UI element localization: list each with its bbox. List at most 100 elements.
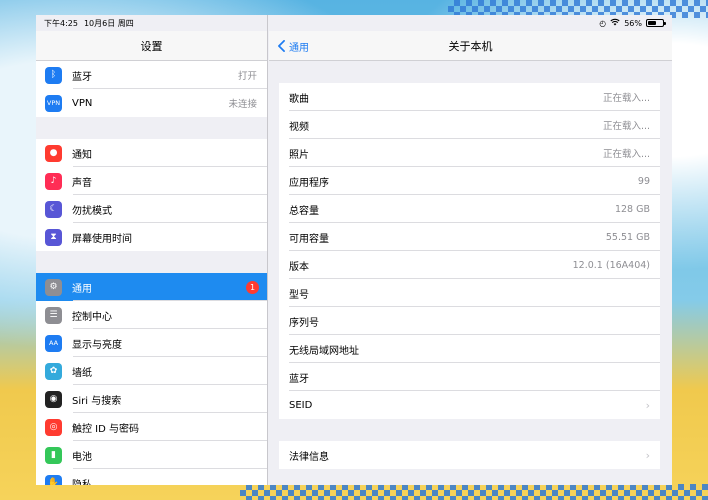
sidebar-item[interactable]: ⧗ 屏幕使用时间 [36,223,267,251]
chevron-left-icon [278,40,285,52]
status-time: 下午4:25 [44,18,78,28]
sidebar-item-label: 触控 ID 与密码 [72,423,140,435]
about-info-value: 55.51 GB [605,231,650,243]
sidebar-item-label: 通用 [72,283,92,295]
sidebar-item[interactable]: VPN VPN 未连接 [36,89,267,117]
sidebar-item-label: 电池 [72,451,92,463]
about-info-row: 无线局域网地址 [279,335,660,363]
about-info-row: 序列号 [279,307,660,335]
settings-group-connectivity: ᛒ 蓝牙 打开 VPN VPN 未连接 [36,61,267,117]
settings-sidebar: 设置 ᛒ 蓝牙 打开 VPN VPN 未连接 ● 通知 ♪ 声音 ☾ 勿扰模式 ⧗ 屏幕使用时间 ⚙ 通用… [36,15,268,485]
sidebar-item-label: VPN [72,97,93,109]
about-info-row: 可用容量 55.51 GB [279,223,660,251]
about-info-label: 视频 [289,121,309,133]
sidebar-item-label: 墙纸 [72,367,92,379]
battery-fill [648,21,656,25]
moon-icon: ☾ [45,200,62,218]
ipad-screen: 设置 ᛒ 蓝牙 打开 VPN VPN 未连接 ● 通知 ♪ 声音 ☾ 勿扰模式 ⧗ 屏幕使用时间 ⚙ 通用… [36,15,672,485]
hourglass-icon: ⧗ [45,228,62,246]
gear-icon: ⚙ [45,278,62,296]
about-info-row: 蓝牙 [279,363,660,391]
about-info-row: 型号 [279,279,660,307]
back-button-label: 通用 [289,42,309,54]
sidebar-item[interactable]: ◉ Siri 与搜索 [36,385,267,413]
about-info-label: 可用容量 [289,233,329,245]
sidebar-item[interactable]: ☾ 勿扰模式 [36,195,267,223]
rotation-lock-icon: ◴ [599,18,607,28]
sidebar-item-label: 控制中心 [72,311,112,323]
status-bar: 下午4:25 10月6日 周四 ◴ 56% [36,15,672,31]
battery-icon: ▮ [45,446,62,464]
about-info-row: 应用程序 99 [279,167,660,195]
hand-icon: ✋ [45,474,62,485]
checker-pattern-bottom [240,484,708,500]
chevron-right-icon: › [645,398,650,412]
about-info-row[interactable]: SEID › [279,391,660,419]
status-date: 10月6日 周四 [83,18,134,28]
display-brightness-icon: AA [45,334,62,352]
sidebar-item-label: Siri 与搜索 [72,395,122,407]
control-center-icon: ☰ [45,306,62,324]
sidebar-item[interactable]: ☰ 控制中心 [36,301,267,329]
settings-list: ᛒ 蓝牙 打开 VPN VPN 未连接 ● 通知 ♪ 声音 ☾ 勿扰模式 ⧗ 屏幕使用时间 ⚙ 通用 1 ☰ 控… [36,61,267,485]
about-info-value: 正在载入... [602,149,650,160]
wifi-icon [610,18,620,28]
sidebar-title: 设置 [140,39,163,53]
about-info-row: 视频 正在载入... [279,111,660,139]
about-info-label: 应用程序 [289,177,329,189]
about-info-label: 无线局域网地址 [289,345,359,357]
sidebar-header: 设置 [36,31,267,61]
sidebar-item[interactable]: ● 通知 [36,139,267,167]
sidebar-item[interactable]: ᛒ 蓝牙 打开 [36,61,267,89]
about-info-group: 歌曲 正在载入... 视频 正在载入... 照片 正在载入... 应用程序 99 总容量 128 … [279,83,660,419]
about-info-label: 歌曲 [289,93,309,105]
sidebar-item-label: 通知 [72,149,92,161]
about-info-row: 版本 12.0.1 (16A404) [279,251,660,279]
about-info-value: 12.0.1 (16A404) [572,259,650,271]
sidebar-item-value: 未连接 [228,99,257,110]
sidebar-item[interactable]: ✋ 隐私 [36,469,267,485]
about-info-value: 99 [637,175,650,187]
about-info-label: 总容量 [289,205,319,217]
about-info-label: 蓝牙 [289,373,309,385]
battery-indicator-icon [646,19,666,27]
sidebar-item[interactable]: ◎ 触控 ID 与密码 [36,413,267,441]
about-info-value: 正在载入... [602,121,650,132]
vpn-icon: VPN [45,94,62,112]
about-info-label: 序列号 [289,317,319,329]
settings-group-notifications: ● 通知 ♪ 声音 ☾ 勿扰模式 ⧗ 屏幕使用时间 [36,139,267,251]
chevron-right-icon: › [645,448,650,462]
legal-info-row[interactable]: 法律信息 › [279,441,660,469]
sidebar-item[interactable]: AA 显示与亮度 [36,329,267,357]
about-info-label: 型号 [289,289,309,301]
fingerprint-icon: ◎ [45,418,62,436]
sidebar-item-label: 隐私 [72,479,92,486]
sidebar-item[interactable]: ✿ 墙纸 [36,357,267,385]
sidebar-item-label: 勿扰模式 [72,205,112,217]
sidebar-item[interactable]: ▮ 电池 [36,441,267,469]
about-info-row: 照片 正在载入... [279,139,660,167]
sidebar-item[interactable]: ♪ 声音 [36,167,267,195]
about-info-label: SEID [289,399,313,411]
about-info-row: 歌曲 正在载入... [279,83,660,111]
wallpaper-icon: ✿ [45,362,62,380]
detail-title: 关于本机 [448,39,493,53]
battery-percent: 56% [624,18,642,28]
sidebar-item-label: 显示与亮度 [72,339,122,351]
about-info-row: 总容量 128 GB [279,195,660,223]
detail-header: 通用 关于本机 [269,31,672,61]
legal-info-label: 法律信息 [289,451,329,463]
bluetooth-icon: ᛒ [45,66,62,84]
sidebar-item[interactable]: ⚙ 通用 1 [36,273,267,301]
notifications-icon: ● [45,144,62,162]
sidebar-item-label: 蓝牙 [72,71,92,83]
siri-icon: ◉ [45,390,62,408]
back-button[interactable]: 通用 [277,31,309,61]
settings-group-general: ⚙ 通用 1 ☰ 控制中心 AA 显示与亮度 ✿ 墙纸 ◉ Siri 与搜索 ◎ 触控 ID 与密码 ▮ 电… [36,273,267,485]
sidebar-item-label: 屏幕使用时间 [72,233,132,245]
about-info-label: 照片 [289,149,309,161]
notification-badge: 1 [246,280,259,294]
